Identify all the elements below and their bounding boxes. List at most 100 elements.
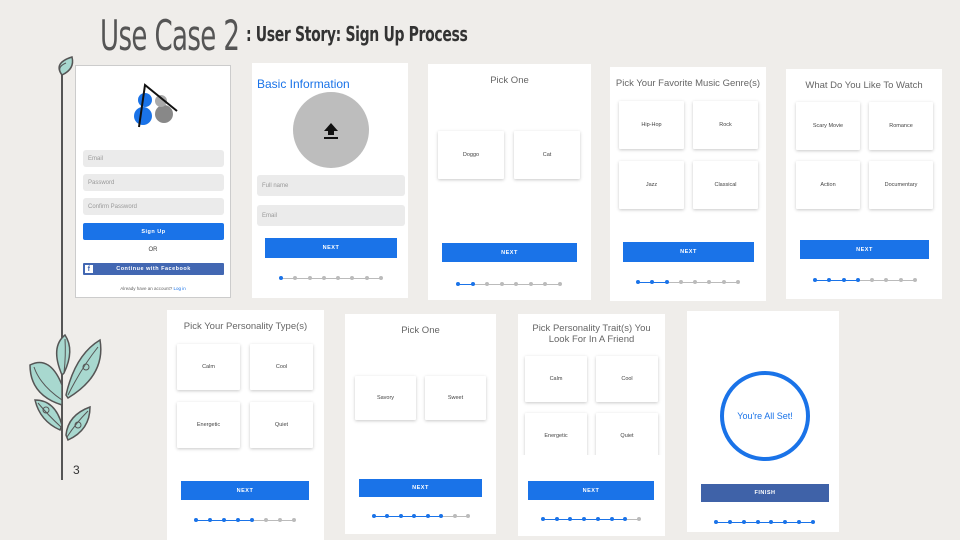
- screen-title: Pick Personality Trait(s) You Look For I…: [532, 323, 651, 345]
- or-divider: OR: [148, 247, 158, 253]
- next-button[interactable]: NEXT: [359, 479, 482, 497]
- finish-button[interactable]: FINISH: [701, 484, 829, 502]
- slide-number: 3: [73, 463, 80, 477]
- progress-indicator: [455, 281, 563, 287]
- option-card[interactable]: Calm: [177, 344, 240, 390]
- progress-dot: [693, 280, 698, 284]
- progress-dot: [543, 282, 548, 286]
- option-card[interactable]: Cat: [514, 131, 580, 179]
- screen-title: Pick Your Favorite Music Genre(s): [615, 78, 761, 89]
- progress-dot: [736, 280, 740, 284]
- progress-dot: [721, 280, 726, 284]
- next-button[interactable]: NEXT: [442, 243, 577, 262]
- progress-dot: [884, 278, 889, 282]
- next-button[interactable]: NEXT: [800, 240, 929, 259]
- app-logo: [134, 83, 178, 128]
- progress-indicator: [540, 516, 642, 522]
- progress-dot: [278, 518, 282, 522]
- progress-dot: [194, 518, 198, 522]
- option-card[interactable]: Calm: [525, 356, 587, 402]
- option-card[interactable]: Rock: [693, 101, 758, 149]
- screen-title: What Do You Like To Watch: [805, 80, 923, 91]
- friend-traits-screen: Pick Personality Trait(s) You Look For I…: [518, 314, 665, 536]
- progress-indicator: [371, 513, 471, 519]
- facebook-button[interactable]: f Continue with Facebook: [83, 263, 224, 275]
- progress-indicator: [635, 279, 741, 285]
- progress-dot: [222, 518, 226, 522]
- option-card[interactable]: Jazz: [619, 161, 684, 209]
- basic-email-field[interactable]: Email: [257, 205, 405, 226]
- progress-dot: [841, 278, 846, 282]
- option-card[interactable]: Energetic: [177, 402, 240, 448]
- progress-dot: [470, 282, 475, 286]
- progress-dot: [541, 517, 545, 521]
- progress-dot: [514, 282, 519, 286]
- next-button[interactable]: NEXT: [528, 481, 654, 500]
- option-card[interactable]: Sweet: [425, 376, 486, 420]
- progress-dot: [292, 518, 296, 522]
- progress-dot: [208, 518, 212, 522]
- progress-dot: [637, 517, 641, 521]
- progress-dot: [797, 520, 802, 524]
- next-button[interactable]: NEXT: [623, 242, 754, 262]
- option-card[interactable]: Quiet: [250, 402, 313, 448]
- progress-indicator: [713, 519, 816, 525]
- progress-dot: [623, 517, 628, 521]
- progress-dot: [412, 514, 417, 518]
- option-card[interactable]: Energetic: [525, 413, 587, 459]
- progress-dot: [769, 520, 774, 524]
- slide-title: Use Case 2 : User Story: Sign Up Process: [100, 14, 562, 58]
- option-card[interactable]: Romance: [869, 102, 933, 150]
- login-link[interactable]: Log in: [174, 286, 186, 291]
- screen-title: Pick One: [401, 325, 440, 336]
- progress-dot: [379, 276, 383, 280]
- progress-dot: [783, 520, 788, 524]
- facebook-icon: f: [85, 265, 93, 273]
- option-card[interactable]: Action: [796, 161, 860, 209]
- progress-dot: [364, 276, 369, 280]
- progress-dot: [609, 517, 614, 521]
- progress-dot: [678, 280, 683, 284]
- music-genre-screen: Pick Your Favorite Music Genre(s) Hip-Ho…: [610, 67, 766, 301]
- next-button[interactable]: NEXT: [181, 481, 309, 500]
- confirm-password-field[interactable]: Confirm Password: [83, 198, 224, 215]
- progress-dot: [650, 280, 655, 284]
- all-set-message: You're All Set!: [737, 411, 793, 421]
- progress-dot: [250, 518, 254, 522]
- option-card[interactable]: Cool: [596, 356, 658, 402]
- option-card[interactable]: Documentary: [869, 161, 933, 209]
- progress-indicator: [278, 275, 384, 281]
- progress-dot: [811, 520, 815, 524]
- option-card[interactable]: Doggo: [438, 131, 504, 179]
- option-card[interactable]: Cool: [250, 344, 313, 390]
- have-account-text: Already have an account?: [120, 286, 173, 291]
- option-card[interactable]: Savory: [355, 376, 416, 420]
- progress-dot: [372, 514, 376, 518]
- option-card[interactable]: Quiet: [596, 413, 658, 459]
- progress-dot: [898, 278, 903, 282]
- email-field[interactable]: Email: [83, 150, 224, 167]
- option-card[interactable]: Hip-Hop: [619, 101, 684, 149]
- title-subtitle: : User Story: Sign Up Process: [246, 22, 468, 46]
- progress-dot: [727, 520, 732, 524]
- upload-icon: [324, 123, 338, 139]
- progress-dot: [307, 276, 312, 280]
- fullname-field[interactable]: Full name: [257, 175, 405, 196]
- progress-dot: [293, 276, 298, 280]
- avatar-upload[interactable]: [293, 92, 369, 168]
- personality-type-screen: Pick Your Personality Type(s) Calm Cool …: [167, 310, 324, 540]
- next-button[interactable]: NEXT: [265, 238, 397, 258]
- option-card[interactable]: Classical: [693, 161, 758, 209]
- signup-button[interactable]: Sign Up: [83, 223, 224, 240]
- progress-dot: [279, 276, 283, 280]
- progress-dot: [264, 518, 268, 522]
- success-circle: You're All Set!: [720, 371, 810, 461]
- progress-dot: [595, 517, 600, 521]
- progress-dot: [425, 514, 430, 518]
- option-card[interactable]: Scary Movie: [796, 102, 860, 150]
- progress-indicator: [193, 517, 297, 523]
- progress-dot: [336, 276, 341, 280]
- login-prompt: Already have an account? Log in: [76, 286, 230, 291]
- password-field[interactable]: Password: [83, 174, 224, 191]
- progress-dot: [636, 280, 640, 284]
